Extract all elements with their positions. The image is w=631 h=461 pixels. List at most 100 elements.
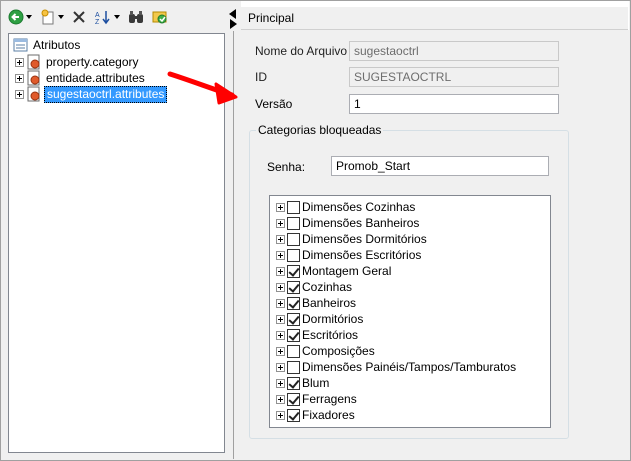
expand-icon[interactable] xyxy=(276,394,285,404)
category-item[interactable]: Dimensões Cozinhas xyxy=(276,199,415,215)
expand-icon[interactable] xyxy=(276,266,285,276)
expand-icon[interactable] xyxy=(276,298,285,308)
expand-icon[interactable] xyxy=(276,314,285,324)
window-frame: A Z Atributos property.category entidade… xyxy=(0,0,631,461)
category-item[interactable]: Ferragens xyxy=(276,391,357,407)
category-label: Dimensões Escritórios xyxy=(302,248,422,262)
category-item[interactable]: Composições xyxy=(276,343,375,359)
splitter-divider xyxy=(233,31,234,459)
category-label: Dimensões Banheiros xyxy=(302,216,420,230)
tree-item-label: entidade.attributes xyxy=(46,70,145,85)
group-title: Categorias bloqueadas xyxy=(256,123,384,137)
category-checkbox[interactable] xyxy=(287,296,300,310)
category-checkbox[interactable] xyxy=(287,376,300,390)
category-item[interactable]: Montagem Geral xyxy=(276,263,391,279)
tree-root-label: Atributos xyxy=(33,37,81,52)
category-item[interactable]: Dimensões Painéis/Tampos/Tamburatos xyxy=(276,359,516,375)
back-button[interactable] xyxy=(8,7,32,27)
expand-icon[interactable] xyxy=(276,330,285,340)
tree-item-label-selected: sugestaoctrl.attributes xyxy=(44,85,168,103)
chevron-down-icon xyxy=(114,15,120,19)
category-label: Composições xyxy=(302,344,375,358)
senha-label: Senha: xyxy=(267,160,306,174)
category-item[interactable]: Escritórios xyxy=(276,327,358,343)
properties-content: Nome do Arquivo sugestaoctrl ID SUGESTAO… xyxy=(241,30,629,460)
category-checkbox[interactable] xyxy=(287,344,300,358)
tree-item-label: property.category xyxy=(46,54,139,69)
category-label: Dimensões Dormitórios xyxy=(302,232,427,246)
expand-right-icon[interactable] xyxy=(230,19,237,29)
category-checkbox[interactable] xyxy=(287,312,300,326)
refresh-icon xyxy=(152,11,167,24)
expand-icon[interactable] xyxy=(276,346,285,356)
category-checkbox[interactable] xyxy=(287,360,300,374)
tree-item-entidade-attributes[interactable]: entidade.attributes xyxy=(15,70,147,86)
sort-button[interactable]: A Z xyxy=(94,7,120,27)
category-checkbox[interactable] xyxy=(287,216,300,230)
expand-icon[interactable] xyxy=(276,410,285,420)
find-button[interactable] xyxy=(128,7,144,27)
category-checkbox[interactable] xyxy=(287,264,300,278)
attribute-file-icon xyxy=(27,54,40,70)
tree-root[interactable]: Atributos xyxy=(13,37,82,53)
category-item[interactable]: Banheiros xyxy=(276,295,356,311)
expand-icon[interactable] xyxy=(276,362,285,372)
category-item[interactable]: Cozinhas xyxy=(276,279,352,295)
category-label: Dimensões Cozinhas xyxy=(302,200,416,214)
expand-icon[interactable] xyxy=(15,89,24,99)
section-title: Principal xyxy=(248,11,295,25)
category-item[interactable]: Blum xyxy=(276,375,329,391)
category-checkbox[interactable] xyxy=(287,248,300,262)
pane-splitter[interactable] xyxy=(227,1,240,460)
delete-icon xyxy=(73,11,85,23)
nome-field[interactable]: sugestaoctrl xyxy=(349,41,559,61)
attribute-file-icon xyxy=(27,70,40,86)
category-checkbox[interactable] xyxy=(287,200,300,214)
category-label: Banheiros xyxy=(302,296,357,310)
toolbar: A Z xyxy=(2,2,225,32)
category-item[interactable]: Dormitórios xyxy=(276,311,363,327)
category-checkbox[interactable] xyxy=(287,232,300,246)
category-label: Escritórios xyxy=(302,328,359,342)
category-item[interactable]: Dimensões Banheiros xyxy=(276,215,419,231)
category-checkbox[interactable] xyxy=(287,280,300,294)
svg-text:A: A xyxy=(95,12,100,19)
new-item-button[interactable] xyxy=(40,7,64,27)
sort-icon: A Z xyxy=(95,11,110,25)
section-header[interactable]: Principal xyxy=(241,7,628,30)
find-icon xyxy=(129,11,143,23)
tree-item-sugestaoctrl-attributes[interactable]: sugestaoctrl.attributes xyxy=(15,85,168,103)
expand-icon[interactable] xyxy=(276,282,285,292)
category-item[interactable]: Dimensões Dormitórios xyxy=(276,231,427,247)
category-item[interactable]: Dimensões Escritórios xyxy=(276,247,421,263)
expand-icon[interactable] xyxy=(15,73,24,83)
category-checkbox[interactable] xyxy=(287,408,300,422)
back-icon xyxy=(8,9,24,25)
senha-field[interactable]: Promob_Start xyxy=(331,156,549,176)
expand-icon[interactable] xyxy=(276,250,285,260)
category-checkbox[interactable] xyxy=(287,392,300,406)
delete-button[interactable] xyxy=(72,7,86,27)
attribute-file-icon xyxy=(27,86,40,102)
category-label: Montagem Geral xyxy=(302,264,392,278)
expand-icon[interactable] xyxy=(276,218,285,228)
category-label: Blum xyxy=(302,376,330,390)
versao-label: Versão xyxy=(255,97,293,111)
svg-text:Z: Z xyxy=(95,19,100,25)
category-item[interactable]: Fixadores xyxy=(276,407,355,423)
categories-list[interactable]: Dimensões Cozinhas Dimensões Banheiros Dim… xyxy=(269,195,551,428)
properties-pane: Principal Nome do Arquivo sugestaoctrl I… xyxy=(241,1,629,460)
chevron-down-icon xyxy=(58,15,64,19)
expand-icon[interactable] xyxy=(15,57,24,67)
collapse-left-icon[interactable] xyxy=(229,9,236,19)
refresh-button[interactable] xyxy=(152,7,168,27)
versao-field[interactable]: 1 xyxy=(349,94,559,114)
tree-item-property-category[interactable]: property.category xyxy=(15,54,141,70)
expand-icon[interactable] xyxy=(276,378,285,388)
category-checkbox[interactable] xyxy=(287,328,300,342)
expand-icon[interactable] xyxy=(276,234,285,244)
category-label: Cozinhas xyxy=(302,280,353,294)
id-field[interactable]: SUGESTAOCTRL xyxy=(349,67,559,87)
attributes-tree[interactable]: Atributos property.category entidade.att… xyxy=(8,33,225,453)
expand-icon[interactable] xyxy=(276,202,285,212)
